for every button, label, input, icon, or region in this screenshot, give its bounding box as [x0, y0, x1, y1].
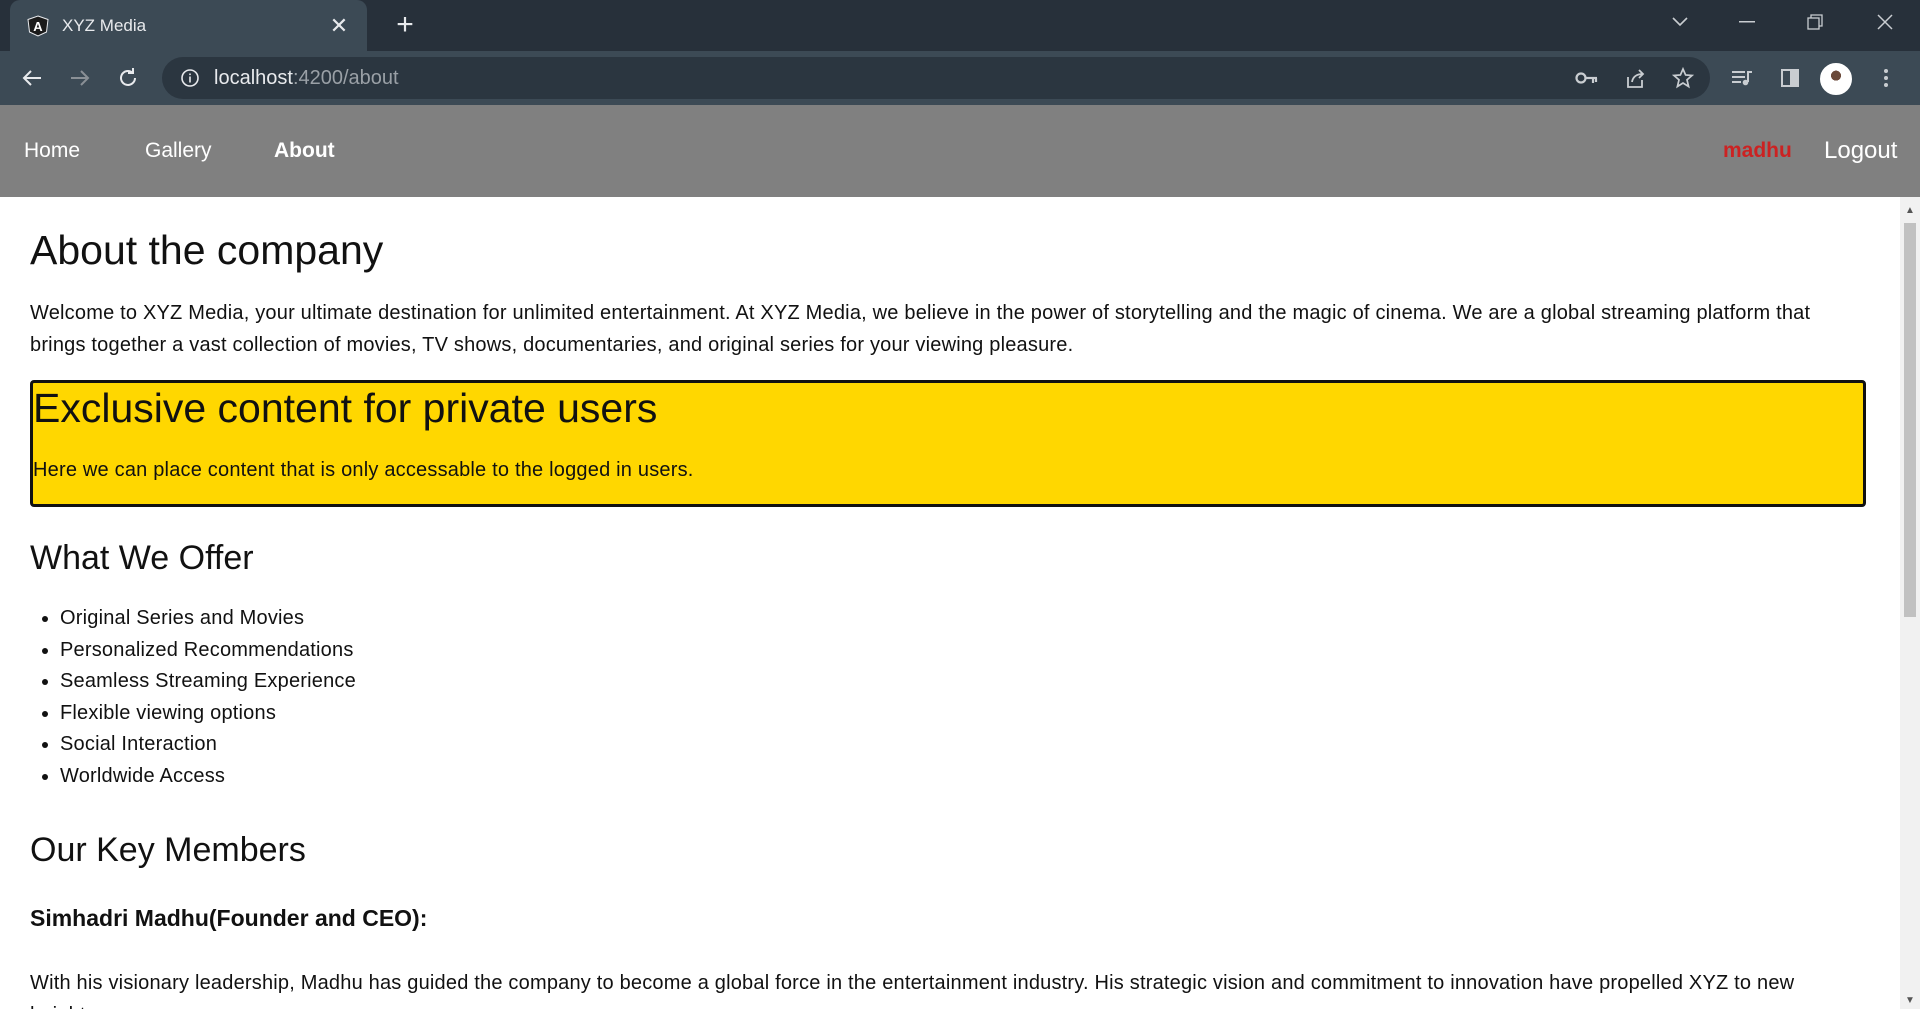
- minimize-icon[interactable]: [1722, 0, 1772, 44]
- list-item: Social Interaction: [60, 729, 356, 761]
- browser-toolbar: localhost:4200/about: [0, 51, 1920, 105]
- ceo-heading: Simhadri Madhu(Founder and CEO):: [30, 905, 428, 931]
- tab-search-icon[interactable]: [1655, 0, 1705, 44]
- list-item: Original Series and Movies: [60, 603, 356, 635]
- bookmark-star-icon[interactable]: [1667, 62, 1699, 94]
- app-nav-bar: Home Gallery About madhu Logout: [0, 105, 1920, 197]
- exclusive-heading: Exclusive content for private users: [33, 385, 658, 431]
- page-content: About the company Welcome to XYZ Media, …: [0, 197, 1900, 1009]
- offers-list: Original Series and Movies Personalized …: [30, 603, 356, 792]
- offer-heading: What We Offer: [30, 539, 254, 577]
- exclusive-text: Here we can place content that is only a…: [33, 459, 694, 481]
- close-tab-icon[interactable]: ✕: [327, 13, 351, 38]
- back-icon[interactable]: [14, 60, 50, 96]
- site-info-icon[interactable]: [178, 66, 202, 90]
- key-icon[interactable]: [1571, 62, 1603, 94]
- tab-title: XYZ Media: [62, 15, 147, 35]
- angular-logo-icon: A: [26, 14, 50, 38]
- profile-avatar[interactable]: [1820, 63, 1852, 95]
- nav-link-home[interactable]: Home: [24, 139, 80, 163]
- intro-paragraph: Welcome to XYZ Media, your ultimate dest…: [30, 302, 1811, 356]
- ceo-description: With his visionary leadership, Madhu has…: [30, 972, 1795, 1009]
- nav-link-about[interactable]: About: [274, 139, 335, 163]
- scrollbar-thumb[interactable]: [1904, 223, 1916, 617]
- scroll-up-arrow-icon[interactable]: ▲: [1900, 205, 1920, 216]
- page-title: About the company: [30, 227, 384, 273]
- browser-tab-bar: A XYZ Media ✕ +: [0, 0, 1920, 51]
- address-bar[interactable]: localhost:4200/about: [162, 57, 1710, 99]
- url-host: localhost: [214, 66, 293, 89]
- vertical-scrollbar[interactable]: ▲ ▼: [1900, 197, 1920, 1009]
- exclusive-content-box: Exclusive content for private users Here…: [30, 380, 1866, 507]
- new-tab-button[interactable]: +: [390, 10, 420, 40]
- list-item: Worldwide Access: [60, 761, 356, 793]
- media-queue-icon[interactable]: [1726, 62, 1758, 94]
- list-item: Personalized Recommendations: [60, 635, 356, 667]
- list-item: Seamless Streaming Experience: [60, 666, 356, 698]
- side-panel-icon[interactable]: [1774, 62, 1806, 94]
- reload-icon[interactable]: [110, 60, 146, 96]
- restore-icon[interactable]: [1790, 0, 1840, 44]
- url-path: :4200/about: [292, 66, 399, 89]
- browser-tab[interactable]: A XYZ Media ✕: [10, 0, 367, 51]
- list-item: Flexible viewing options: [60, 698, 356, 730]
- scroll-down-arrow-icon[interactable]: ▼: [1900, 995, 1920, 1006]
- svg-text:A: A: [33, 19, 43, 34]
- menu-kebab-icon[interactable]: [1870, 62, 1902, 94]
- close-window-icon[interactable]: [1860, 0, 1910, 44]
- nav-link-gallery[interactable]: Gallery: [145, 139, 212, 163]
- forward-icon[interactable]: [62, 60, 98, 96]
- username-label: madhu: [1723, 139, 1792, 162]
- logout-button[interactable]: Logout: [1824, 137, 1897, 165]
- share-icon[interactable]: [1619, 62, 1651, 94]
- members-heading: Our Key Members: [30, 831, 306, 869]
